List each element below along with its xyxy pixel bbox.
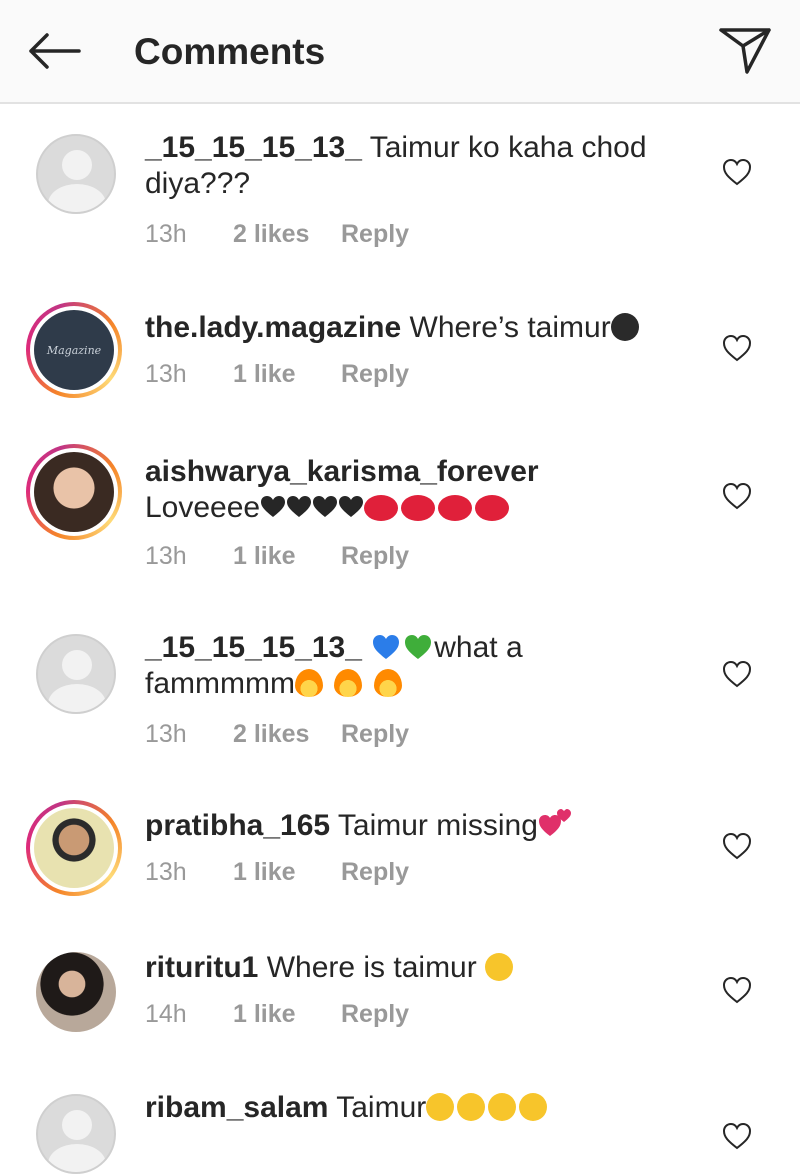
comment-meta: 13h 2 likes Reply [145, 720, 685, 749]
comment-body: Where’s taimur [409, 311, 611, 344]
comment-body: Loveeee [145, 491, 261, 524]
blue-heart-icon [373, 635, 400, 659]
comment-text: aishwarya_karisma_forever Loveeee [145, 454, 685, 526]
comment-username[interactable]: aishwarya_karisma_forever [145, 455, 539, 488]
avatar[interactable]: Magazine [26, 302, 122, 398]
kiss-emoji-icon [401, 495, 436, 521]
avatar[interactable] [36, 1094, 116, 1174]
comment-text: _15_15_15_13_ what a fammmmm [145, 630, 685, 702]
smile-emoji-icon [610, 313, 639, 341]
comment-time: 13h [145, 542, 187, 570]
comment-likes[interactable]: 1 like [233, 360, 341, 389]
comment-body-line2: fammmmm [145, 667, 295, 700]
comment-meta: 14h 1 like Reply [145, 1000, 685, 1029]
comment-text: rituritu1 Where is taimur [145, 950, 685, 986]
comment-text: pratibha_165 Taimur missing [145, 808, 685, 844]
comment-likes[interactable]: 2 likes [233, 720, 341, 749]
comment-username[interactable]: ribam_salam [145, 1091, 328, 1124]
crying-emoji-icon [519, 1093, 548, 1121]
comment-username[interactable]: _15_15_15_13_ [145, 631, 362, 664]
crying-emoji-icon [488, 1093, 517, 1121]
reply-button[interactable]: Reply [341, 720, 409, 749]
paper-plane-icon [719, 28, 771, 74]
heart-outline-icon[interactable] [722, 158, 752, 186]
comment-time: 13h [145, 220, 187, 248]
reply-button[interactable]: Reply [341, 1000, 409, 1029]
comment-username[interactable]: rituritu1 [145, 951, 258, 984]
heart-outline-icon[interactable] [722, 1122, 752, 1150]
comment-text: _15_15_15_13_ Taimur ko kaha chod diya??… [145, 130, 685, 202]
comment-time: 13h [145, 858, 187, 886]
avatar[interactable] [36, 634, 116, 714]
heart-outline-icon[interactable] [722, 832, 752, 860]
fire-emoji-icon [334, 669, 363, 697]
heart-outline-icon[interactable] [722, 660, 752, 688]
arrow-left-icon [29, 33, 81, 69]
back-button[interactable] [22, 26, 84, 76]
comment-time: 14h [145, 1000, 187, 1028]
comment-likes[interactable]: 1 like [233, 542, 341, 571]
comment-likes[interactable]: 1 like [233, 1000, 341, 1029]
avatar[interactable] [26, 444, 122, 540]
comment-body: what a [434, 631, 523, 664]
avatar[interactable] [36, 134, 116, 214]
crying-emoji-icon [457, 1093, 486, 1121]
reply-button[interactable]: Reply [341, 542, 409, 571]
comment-text: the.lady.magazine Where’s taimur [145, 310, 685, 346]
comment-meta: 13h 1 like Reply [145, 360, 685, 389]
comment-text: ribam_salam Taimur [145, 1090, 685, 1126]
heart-outline-icon[interactable] [722, 334, 752, 362]
kiss-emoji-icon [364, 495, 399, 521]
avatar[interactable] [36, 952, 116, 1032]
comment-username[interactable]: _15_15_15_13_ [145, 131, 362, 164]
comment-body: Taimur missing [337, 809, 538, 842]
comment-body: Where is taimur [266, 951, 477, 984]
comment-time: 13h [145, 360, 187, 388]
crying-emoji-icon [426, 1093, 455, 1121]
comment-meta: 13h 2 likes Reply [145, 220, 685, 249]
kiss-emoji-icon [438, 495, 473, 521]
reply-button[interactable]: Reply [341, 220, 409, 249]
comment-likes[interactable]: 2 likes [233, 220, 341, 249]
header-bar: Comments [0, 0, 800, 104]
comment-meta: 13h 1 like Reply [145, 542, 685, 571]
avatar-logo-text: Magazine [46, 343, 102, 357]
two-hearts-emoji-icon [538, 809, 571, 836]
comment-meta: 13h 1 like Reply [145, 858, 685, 887]
comment-time: 13h [145, 720, 187, 748]
fire-emoji-icon [373, 669, 402, 697]
black-hearts-emoji [260, 491, 364, 524]
comment-body: Taimur [336, 1091, 427, 1124]
reply-button[interactable]: Reply [341, 858, 409, 887]
fire-emoji-icon [294, 669, 323, 697]
green-heart-icon [405, 635, 432, 659]
crying-emoji-icon [485, 953, 514, 981]
avatar[interactable] [26, 800, 122, 896]
comment-username[interactable]: pratibha_165 [145, 809, 330, 842]
kiss-emoji-icon [475, 495, 510, 521]
reply-button[interactable]: Reply [341, 360, 409, 389]
heart-outline-icon[interactable] [722, 976, 752, 1004]
comment-username[interactable]: the.lady.magazine [145, 311, 401, 344]
share-button[interactable] [714, 22, 776, 78]
comment-likes[interactable]: 1 like [233, 858, 341, 887]
heart-outline-icon[interactable] [722, 482, 752, 510]
page-title: Comments [134, 31, 326, 72]
